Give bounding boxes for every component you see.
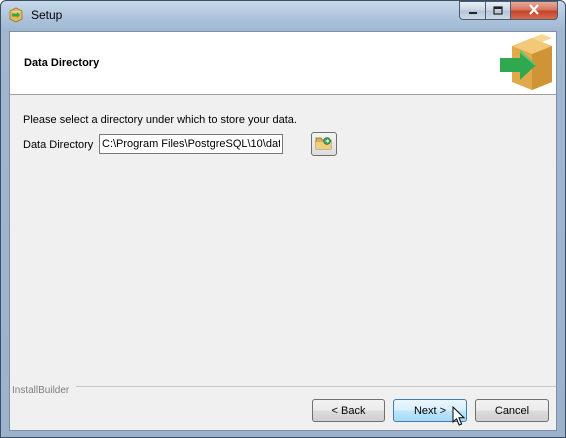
dialog-client-area: Data Directory Please select a directory… [9, 31, 557, 431]
close-icon [528, 2, 540, 20]
title-bar[interactable]: Setup [1, 1, 565, 29]
maximize-button[interactable] [485, 1, 511, 20]
minimize-button[interactable] [459, 1, 486, 20]
minimize-icon [468, 2, 478, 20]
cancel-button[interactable]: Cancel [475, 399, 549, 422]
folder-browse-icon [315, 135, 333, 154]
maximize-icon [493, 2, 503, 20]
data-directory-input[interactable] [99, 134, 283, 154]
data-directory-label: Data Directory [23, 139, 94, 151]
installer-box-arrow-logo [498, 34, 554, 90]
page-header: Data Directory [10, 32, 556, 95]
footer-divider [76, 386, 556, 387]
back-button[interactable]: < Back [312, 399, 385, 422]
setup-window: Setup Data Directory Please select a dir… [0, 0, 566, 438]
page-title: Data Directory [24, 57, 100, 69]
instructions-text: Please select a directory under which to… [23, 114, 297, 126]
window-title: Setup [31, 8, 63, 22]
installbuilder-brand: InstallBuilder [12, 385, 70, 396]
browse-button[interactable] [311, 132, 337, 156]
mouse-pointer-icon [452, 405, 466, 428]
close-button[interactable] [510, 1, 558, 20]
installer-box-icon [8, 7, 24, 23]
